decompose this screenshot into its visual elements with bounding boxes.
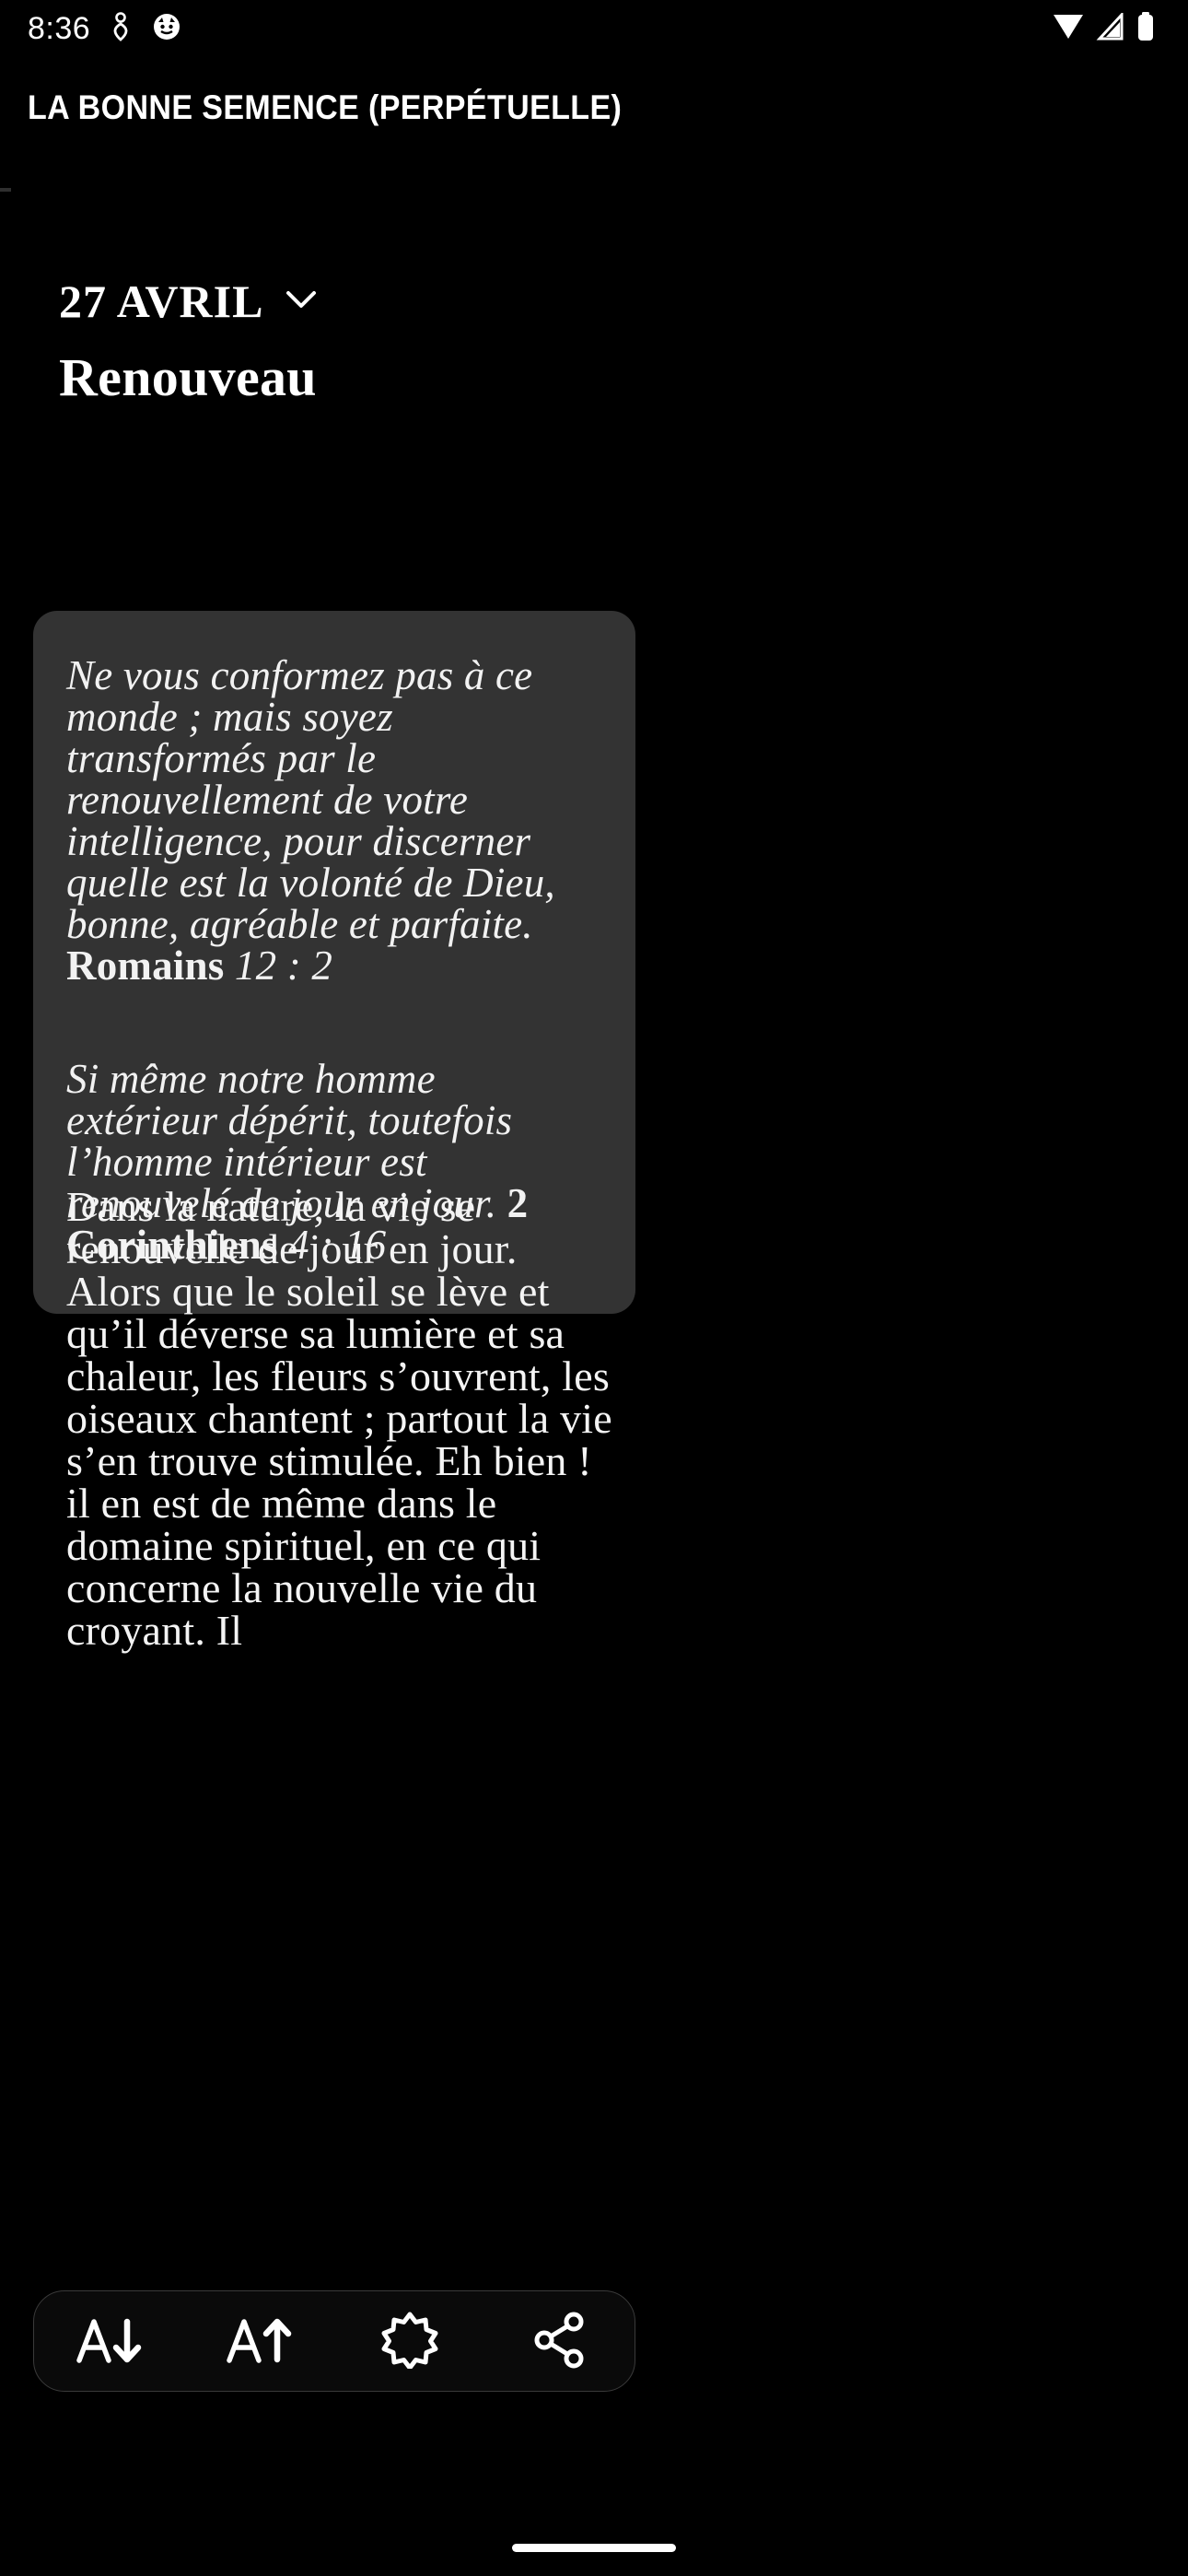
verse-reference: Romains (66, 943, 225, 989)
cellular-signal-icon (1096, 10, 1125, 45)
verse-reference-tail: 12 : 2 (224, 943, 333, 989)
verse-text: Ne vous conformez pas à ce monde ; mais … (66, 652, 555, 947)
share-icon (531, 2312, 588, 2371)
brightness-sun-icon (381, 2312, 438, 2371)
meditation-body: Dans la nature, la vie se renouvelle de … (66, 1183, 612, 1654)
font-size-increase-icon (224, 2313, 296, 2371)
app-notification-icon (151, 11, 182, 47)
day-title: Renouveau (59, 347, 317, 407)
verse-paragraph: Ne vous conformez pas à ce monde ; mais … (66, 655, 591, 987)
date-selector[interactable]: 27 AVRIL (0, 195, 1188, 328)
wifi-icon (1052, 13, 1085, 45)
status-bar-right (1052, 10, 1155, 46)
page-title: LA BONNE SEMENCE (PERPÉTUELLE) (28, 88, 623, 126)
location-pin-icon (109, 11, 133, 46)
app-bar-divider (0, 188, 11, 192)
brightness-theme-button[interactable] (355, 2300, 465, 2383)
font-size-decrease-icon (74, 2313, 146, 2371)
battery-icon (1136, 11, 1155, 46)
reading-scroll-area[interactable]: 27 AVRIL Renouveau Ne vous conformez pas… (0, 195, 1188, 2576)
chevron-down-icon[interactable] (285, 289, 317, 314)
decrease-font-size-button[interactable] (54, 2300, 165, 2383)
home-indicator (512, 2544, 676, 2552)
status-bar-left: 8:36 (28, 11, 182, 47)
status-bar: 8:36 (0, 0, 1188, 57)
status-bar-clock: 8:36 (28, 10, 91, 46)
reader-toolbar (33, 2290, 635, 2392)
app-bar: LA BONNE SEMENCE (PERPÉTUELLE) (0, 57, 1188, 158)
share-button[interactable] (505, 2300, 615, 2383)
increase-font-size-button[interactable] (204, 2300, 315, 2383)
date-label: 27 AVRIL (59, 275, 264, 327)
